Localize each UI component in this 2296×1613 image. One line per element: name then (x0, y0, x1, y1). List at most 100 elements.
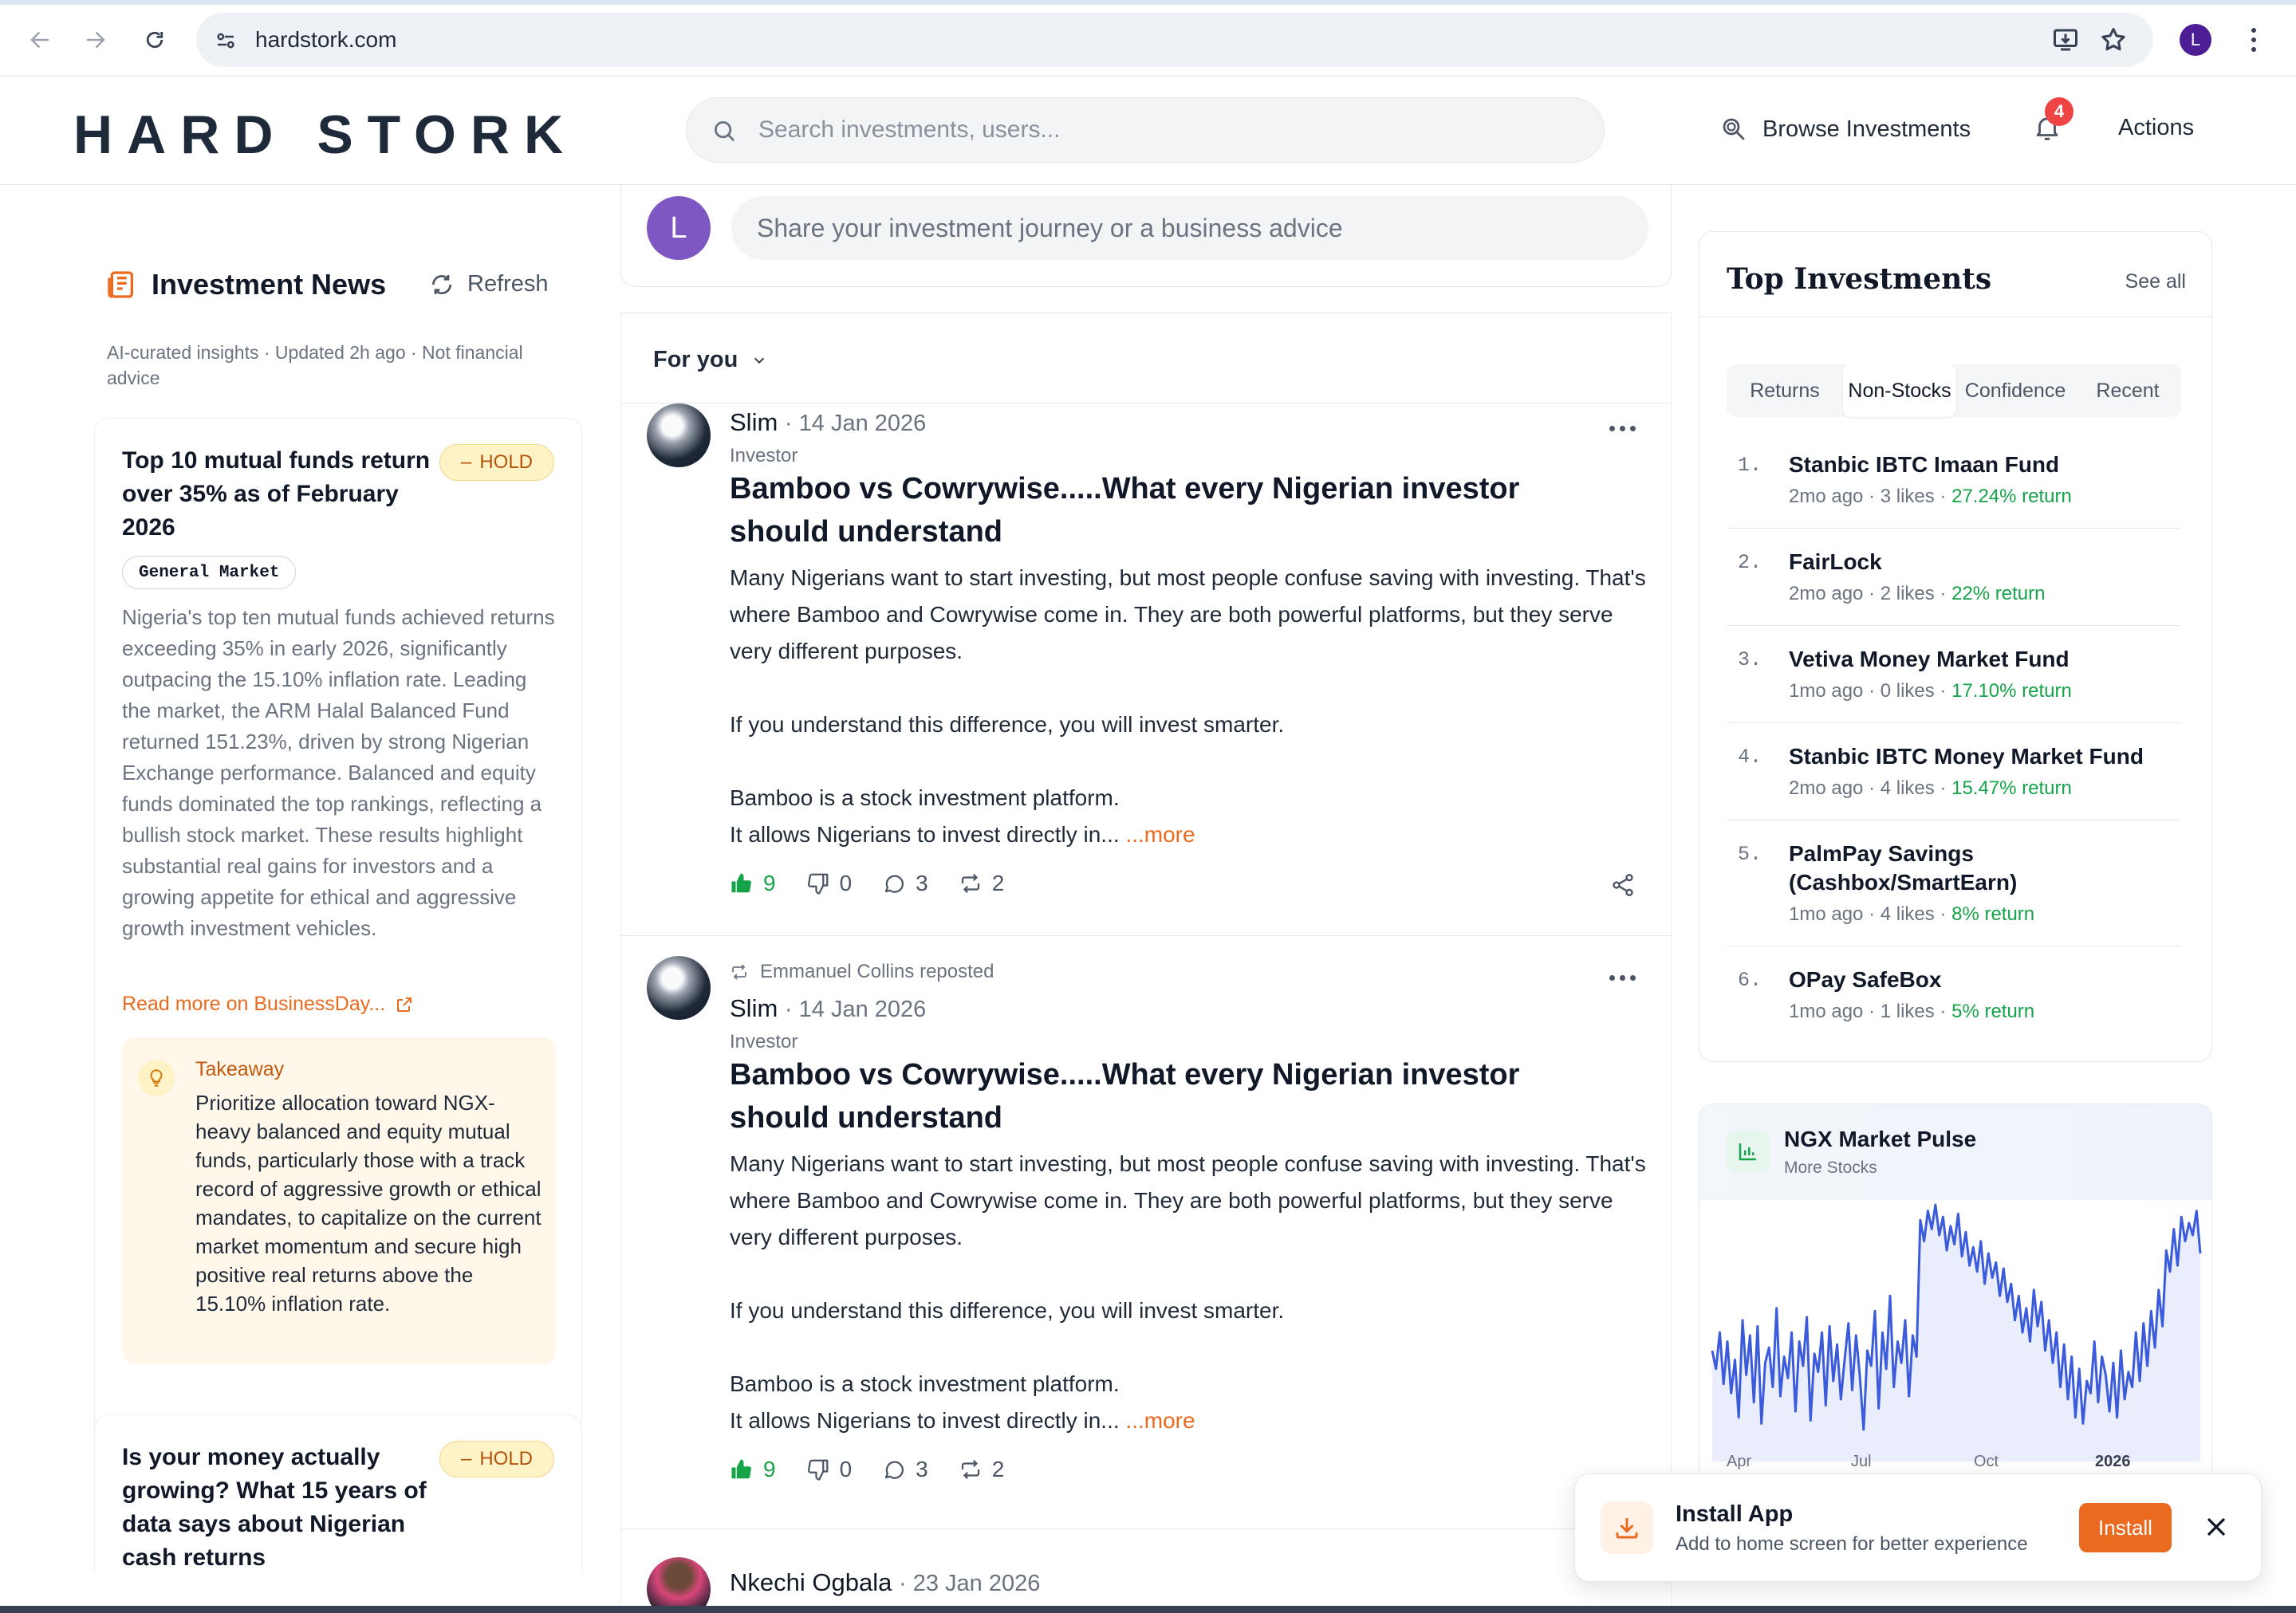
news-card-title[interactable]: Is your money actually growing? What 15 … (122, 1441, 441, 1571)
investment-name[interactable]: Stanbic IBTC Money Market Fund (1789, 742, 2172, 771)
read-more-link[interactable]: Read more on BusinessDay... (122, 993, 414, 1016)
feed-post[interactable]: Emmanuel Collins reposted Slim · 14 Jan … (621, 956, 1671, 1519)
chevron-down-icon (754, 357, 765, 364)
site-logo[interactable]: HARD STORK (73, 104, 577, 166)
investment-name[interactable]: OPay SafeBox (1789, 966, 2172, 994)
post-author[interactable]: Slim · 14 Jan 2026 (730, 994, 926, 1023)
browse-investments-link[interactable]: Browse Investments (1719, 115, 1971, 144)
refresh-button[interactable]: Refresh (429, 271, 549, 297)
post-date: 23 Jan 2026 (912, 1571, 1041, 1596)
feed-filter-dropdown[interactable]: For you (653, 347, 768, 373)
comment-count: 3 (916, 1457, 928, 1481)
see-all-link[interactable]: See all (2125, 270, 2186, 293)
browser-menu-icon[interactable] (2246, 22, 2262, 57)
author-role: Investor (730, 445, 798, 466)
share-icon[interactable] (1610, 872, 1636, 898)
tab-confidence[interactable]: Confidence (1956, 364, 2074, 417)
feed-post[interactable]: Slim · 14 Jan 2026 Investor Bamboo vs Co… (621, 403, 1671, 930)
dislike-button[interactable]: 0 (806, 871, 853, 896)
reload-button[interactable] (137, 22, 172, 57)
repost-small-icon (732, 964, 746, 980)
like-button[interactable]: 9 (730, 1457, 776, 1482)
author-name[interactable]: Slim (730, 994, 778, 1022)
search-bar[interactable] (686, 97, 1605, 163)
author-avatar[interactable] (647, 956, 711, 1020)
reposted-by-text[interactable]: Emmanuel Collins reposted (760, 961, 994, 983)
user-avatar[interactable]: L (647, 196, 711, 260)
close-icon[interactable] (2202, 1513, 2231, 1541)
comment-button[interactable]: 3 (882, 871, 928, 896)
post-actions: 9 0 3 2 (730, 871, 1004, 896)
news-card[interactable]: Is your money actually growing? What 15 … (94, 1414, 582, 1571)
takeaway-text: Prioritize allocation toward NGX-heavy b… (195, 1091, 542, 1316)
more-link[interactable]: ...more (1125, 1408, 1195, 1433)
investment-name[interactable]: PalmPay Savings (Cashbox/SmartEarn) (1789, 840, 2172, 897)
investment-rank: 3. (1738, 648, 1762, 671)
back-button[interactable] (22, 22, 57, 57)
news-card[interactable]: Top 10 mutual funds return over 35% as o… (94, 418, 582, 1571)
investment-name[interactable]: FairLock (1789, 548, 2172, 576)
reload-icon (146, 31, 163, 49)
install-page-icon[interactable] (2051, 26, 2080, 54)
install-title: Install App (1676, 1501, 1794, 1527)
takeaway-label: Takeaway (195, 1058, 285, 1080)
market-pulse-card[interactable]: NGX Market Pulse More Stocks Apr Jul Oct 20… (1699, 1104, 2212, 1502)
compose-input[interactable]: Share your investment journey or a busin… (731, 196, 1648, 260)
post-options-icon[interactable] (1609, 426, 1636, 431)
investment-list-item[interactable]: 4. Stanbic IBTC Money Market Fund 2mo ag… (1727, 742, 2181, 820)
tab-recent[interactable]: Recent (2074, 364, 2181, 417)
feed-post[interactable]: Nkechi Ogbala · 23 Jan 2026 Finance ethu… (621, 1557, 1671, 1613)
author-avatar[interactable] (647, 1557, 711, 1613)
investment-list-item[interactable]: 2. FairLock 2mo ago · 2 likes · 22% retu… (1727, 548, 2181, 626)
lightbulb-icon (138, 1060, 175, 1096)
site-settings-icon[interactable] (214, 29, 238, 53)
repost-button[interactable]: 2 (959, 1457, 1004, 1482)
post-paragraph: It allows Nigerians to invest directly i… (730, 1408, 1120, 1433)
dislike-count: 0 (839, 871, 853, 895)
repost-icon (961, 1459, 979, 1480)
investment-rank: 2. (1738, 551, 1762, 574)
investment-list-item[interactable]: 6. OPay SafeBox 1mo ago · 1 likes · 5% r… (1727, 966, 2181, 1044)
investment-list-item[interactable]: 5. PalmPay Savings (Cashbox/SmartEarn) 1… (1727, 840, 2181, 946)
feed-filter-label: For you (653, 347, 738, 372)
investment-name[interactable]: Stanbic IBTC Imaan Fund (1789, 450, 2172, 479)
post-paragraph: Many Nigerians want to start investing, … (730, 1151, 1646, 1249)
post-author[interactable]: Nkechi Ogbala · 23 Jan 2026 (730, 1568, 1040, 1597)
author-name[interactable]: Nkechi Ogbala (730, 1568, 892, 1596)
investment-list-item[interactable]: 1. Stanbic IBTC Imaan Fund 2mo ago · 3 l… (1727, 450, 2181, 529)
news-title: Investment News (152, 268, 387, 301)
comment-button[interactable]: 3 (882, 1457, 928, 1482)
post-options-icon[interactable] (1609, 975, 1636, 981)
news-card-title[interactable]: Top 10 mutual funds return over 35% as o… (122, 444, 441, 545)
top-investments-title: Top Investments (1727, 262, 1992, 296)
post-title[interactable]: Bamboo vs Cowrywise.....What every Niger… (730, 1053, 1623, 1139)
repost-button[interactable]: 2 (959, 871, 1004, 896)
refresh-label: Refresh (467, 271, 549, 297)
thumbs-up-icon (731, 1459, 751, 1479)
search-input[interactable] (758, 111, 1580, 149)
url-text[interactable]: hardstork.com (255, 27, 396, 53)
hold-badge: – HOLD (439, 1441, 554, 1477)
investment-list-item[interactable]: 3. Vetiva Money Market Fund 1mo ago · 0 … (1727, 645, 2181, 723)
notifications-button[interactable]: 4 (2032, 97, 2073, 147)
author-name[interactable]: Slim (730, 408, 778, 436)
dislike-button[interactable]: 0 (806, 1457, 852, 1482)
tab-returns[interactable]: Returns (1727, 364, 1843, 417)
post-title[interactable]: Bamboo vs Cowrywise.....What every Niger… (730, 467, 1623, 553)
refresh-icon (432, 274, 451, 294)
investment-name[interactable]: Vetiva Money Market Fund (1789, 645, 2172, 674)
back-arrow-icon (30, 32, 49, 48)
tab-non-stocks[interactable]: Non-Stocks (1843, 364, 1956, 417)
more-link[interactable]: ...more (1125, 822, 1195, 847)
forward-button[interactable] (78, 22, 113, 57)
install-button[interactable]: Install (2079, 1503, 2172, 1552)
address-bar[interactable]: hardstork.com (196, 13, 2153, 67)
bookmark-star-icon[interactable] (2099, 26, 2128, 54)
post-paragraph: Bamboo is a stock investment platform. (730, 785, 1120, 810)
market-pulse-chart[interactable]: Apr Jul Oct 2026 (1699, 1200, 2212, 1502)
browser-profile-avatar[interactable]: L (2180, 24, 2211, 56)
like-button[interactable]: 9 (730, 871, 776, 896)
author-avatar[interactable] (647, 403, 711, 467)
actions-menu[interactable]: Actions (2118, 115, 2194, 141)
post-author[interactable]: Slim · 14 Jan 2026 (730, 408, 926, 437)
